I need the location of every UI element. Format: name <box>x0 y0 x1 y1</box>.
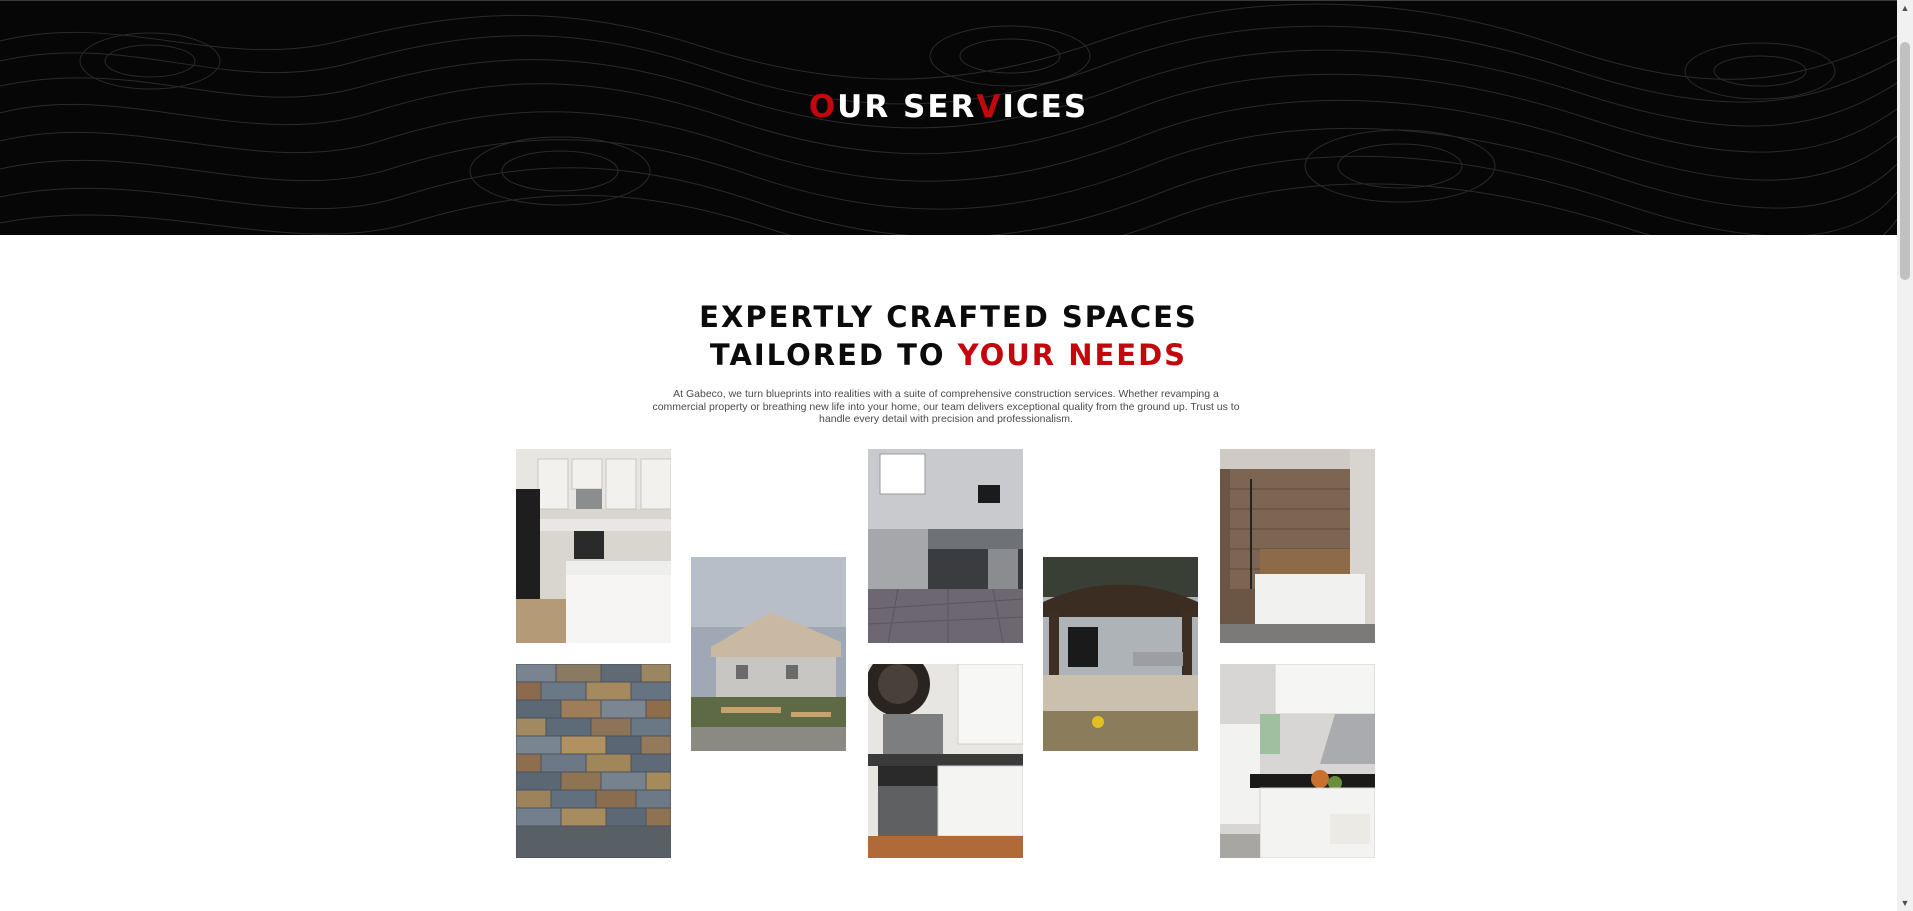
title-accent-letter: O <box>808 89 838 125</box>
scrollbar-thumb[interactable] <box>1900 42 1910 280</box>
scroll-down-arrow-icon[interactable]: ▼ <box>1897 895 1913 911</box>
title-text: UR SER <box>837 89 977 125</box>
title-accent-letter: V <box>976 89 1003 125</box>
heading-line-2: TAILORED TO YOUR NEEDS <box>0 336 1897 374</box>
scroll-up-arrow-icon[interactable]: ▲ <box>1897 0 1913 16</box>
section-heading: EXPERTLY CRAFTED SPACES TAILORED TO YOUR… <box>0 298 1897 374</box>
page: OUR SERVICES EXPERTLY CRAFTED SPACES TAI… <box>0 0 1897 911</box>
gallery-photo-outdoor-kitchen[interactable] <box>868 449 1023 643</box>
section-description: At Gabeco, we turn blueprints into reali… <box>652 388 1240 425</box>
gallery-photo-bathroom[interactable] <box>1220 449 1375 643</box>
gallery-photo-gazebo[interactable] <box>1043 557 1198 751</box>
vertical-scrollbar[interactable]: ▲ ▼ <box>1897 0 1913 911</box>
heading-line-1: EXPERTLY CRAFTED SPACES <box>699 300 1198 334</box>
heading-line-2-accent: YOUR NEEDS <box>957 338 1188 372</box>
gallery-photo-house-construction[interactable] <box>691 557 846 751</box>
services-hero-banner: OUR SERVICES <box>0 0 1897 235</box>
gallery-photo-kitchen[interactable] <box>516 449 671 643</box>
title-text: ICES <box>1002 89 1089 125</box>
gallery-photo-kitchen-hood[interactable] <box>1220 664 1375 858</box>
gallery-photo-kitchen-appliances[interactable] <box>868 664 1023 858</box>
heading-line-2-plain: TAILORED TO <box>709 338 958 372</box>
page-title: OUR SERVICES <box>0 89 1897 125</box>
gallery-photo-slate-wall[interactable] <box>516 664 671 858</box>
